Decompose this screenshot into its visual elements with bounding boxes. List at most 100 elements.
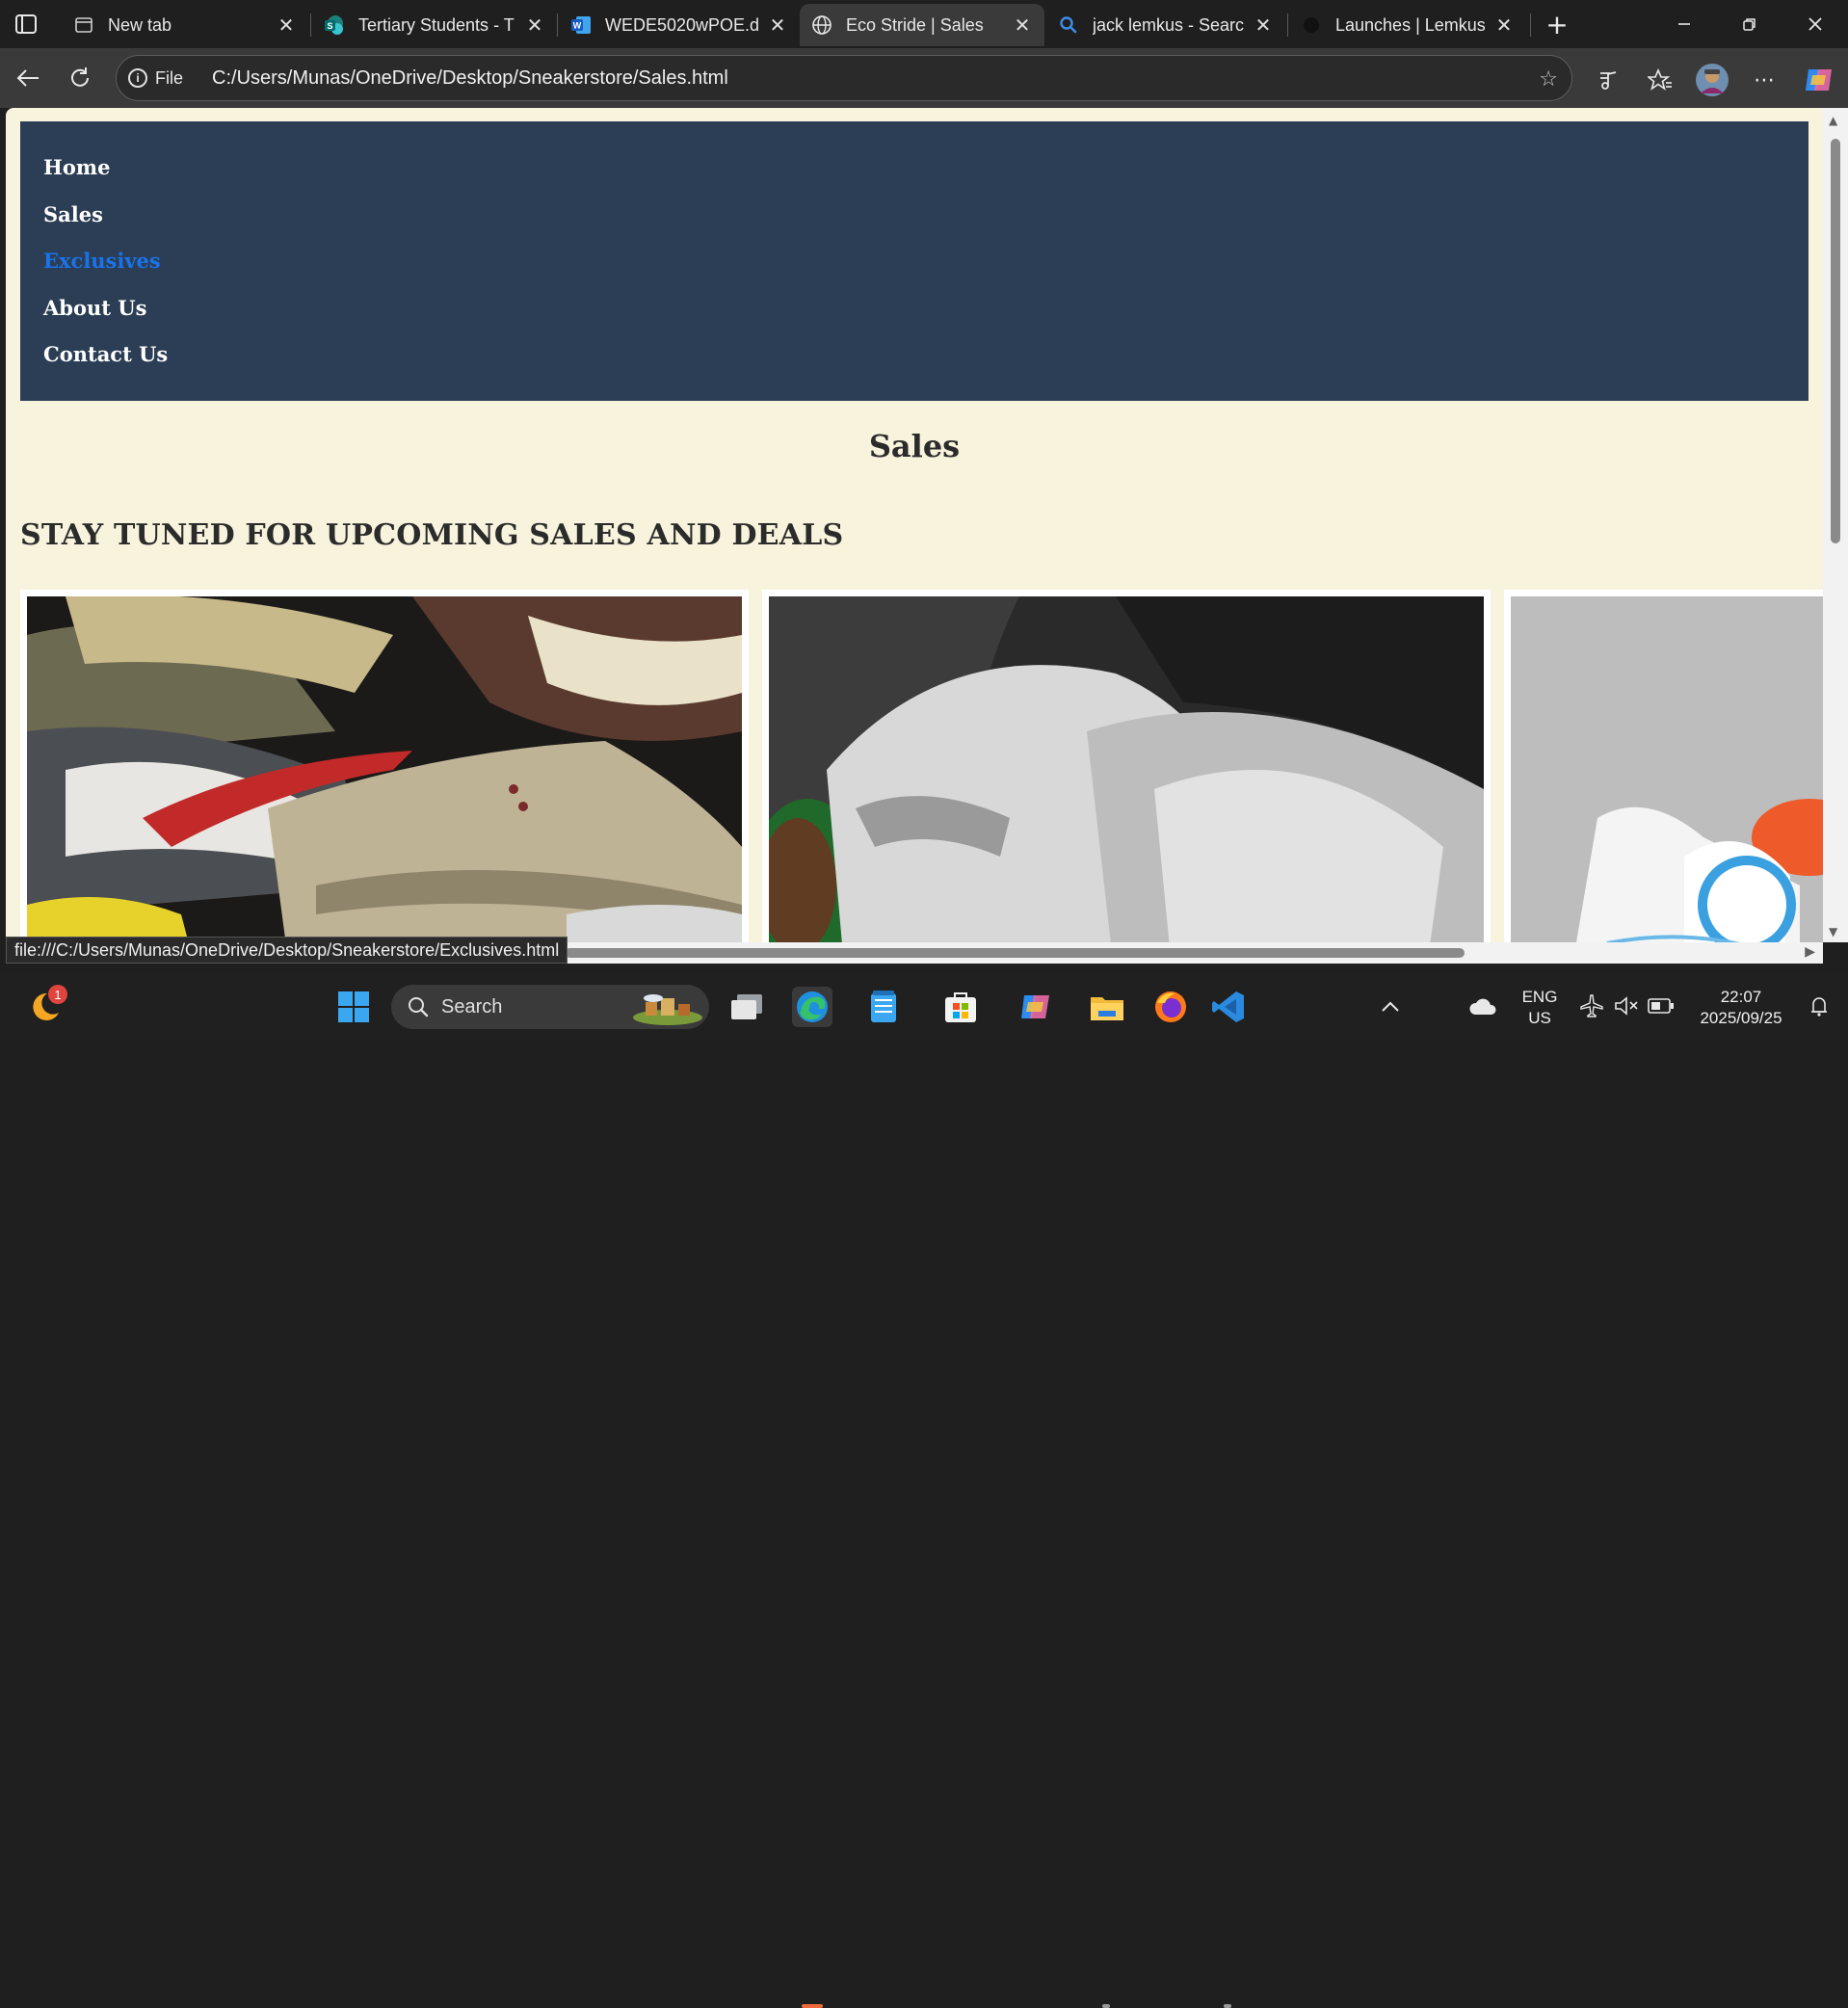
reload-icon[interactable] [64,62,96,94]
notifications-bell-icon[interactable] [1800,987,1838,1025]
tab-launches-lemkus[interactable]: Launches | Lemkus ✕ [1289,4,1526,46]
tab-tertiary-students[interactable]: S Tertiary Students - T ✕ [312,4,557,46]
explorer-running-indicator [1102,2004,1110,2008]
nav-link-exclusives[interactable]: Exclusives [43,244,1808,291]
product-card [20,590,749,942]
vscode-icon[interactable] [1208,987,1249,1027]
search-highlight-illustration-icon [633,994,702,1025]
scroll-up-arrow-icon[interactable]: ▲ [1829,114,1837,127]
tab-divider [310,13,311,37]
language-label: ENG [1521,988,1558,1006]
tab-divider [1530,13,1531,37]
info-icon: i [128,68,147,88]
word-icon: W [570,14,592,36]
clock[interactable]: 22:07 2025/09/25 [1688,987,1794,1029]
scroll-right-arrow-icon[interactable]: ▶ [1805,944,1815,960]
favorite-star-icon[interactable]: ☆ [1539,67,1558,92]
close-tab-icon[interactable]: ✕ [524,14,545,37]
svg-text:S: S [327,21,332,31]
horizontal-scroll-thumb[interactable] [565,948,1465,958]
minimize-icon[interactable] [1665,10,1703,39]
airplane-mode-icon[interactable] [1572,987,1611,1025]
profile-avatar[interactable] [1694,62,1730,98]
lemkus-icon [1301,14,1322,36]
site-info-button[interactable]: i File [128,68,183,89]
browser-bottom-edge [0,964,1848,973]
edge-taskbar-icon[interactable] [792,987,832,1027]
vscode-running-indicator [1224,2004,1231,2008]
tab-divider [557,13,558,37]
show-hidden-icons-chevron-icon[interactable] [1370,987,1411,1027]
site-navigation: Home Sales Exclusives About Us Contact U… [20,121,1808,401]
address-bar[interactable]: i File C:/Users/Munas/OneDrive/Desktop/S… [116,55,1572,101]
link-status-bar: file:///C:/Users/Munas/OneDrive/Desktop/… [6,937,568,964]
tab-new-tab[interactable]: New tab ✕ [62,4,308,46]
region-label: US [1528,1009,1551,1027]
copilot-icon[interactable] [1800,64,1838,96]
promo-heading: STAY TUNED FOR UPCOMING SALES AND DEALS [20,518,844,552]
nav-link-home[interactable]: Home [43,150,1808,198]
horizontal-scrollbar[interactable]: ▶ [565,942,1823,964]
tab-eco-stride-sales[interactable]: Eco Stride | Sales ✕ [800,4,1044,46]
nav-link-contact-us[interactable]: Contact Us [43,337,1808,384]
task-view-icon[interactable] [726,987,767,1027]
windows-start-icon[interactable] [333,987,374,1027]
more-options-icon[interactable]: ⋯ [1748,64,1781,96]
product-card [1504,590,1823,942]
input-language-indicator[interactable]: ENG US [1515,987,1565,1029]
tab-jack-lemkus-search[interactable]: jack lemkus - Search ✕ [1046,4,1285,46]
taskbar: 1 Search [0,973,1848,2008]
tab-divider [1287,13,1288,37]
tab-actions-icon[interactable] [13,12,39,37]
close-tab-icon[interactable]: ✕ [1253,14,1274,37]
close-tab-icon[interactable]: ✕ [767,14,788,37]
onedrive-cloud-icon[interactable] [1463,987,1503,1027]
nav-link-about-us[interactable]: About Us [43,291,1808,338]
close-tab-icon[interactable]: ✕ [276,14,297,37]
page-title: Sales [868,428,961,464]
back-arrow-icon[interactable] [12,62,44,94]
tab-label: WEDE5020wPOE.do [605,14,759,35]
sneaker-photo-air-force [1511,596,1823,942]
tab-label: Eco Stride | Sales [846,14,984,35]
microsoft-store-icon[interactable] [940,987,981,1027]
favorites-icon[interactable] [1644,64,1676,96]
new-tab-page-icon [73,14,94,36]
firefox-icon[interactable] [1150,987,1191,1027]
close-window-icon[interactable] [1796,10,1835,39]
product-card [750,590,1491,942]
notification-badge: 1 [48,985,67,1004]
sneaker-photo-dunks [27,594,742,942]
battery-icon[interactable] [1642,987,1680,1025]
file-explorer-icon[interactable] [1087,987,1127,1027]
clock-date: 2025/09/25 [1700,1009,1782,1027]
volume-muted-icon[interactable] [1607,987,1646,1025]
page-viewport: Home Sales Exclusives About Us Contact U… [6,108,1823,942]
globe-icon [811,14,832,36]
clock-time: 22:07 [1720,988,1762,1006]
new-tab-plus-icon[interactable]: + [1538,9,1576,40]
taskbar-search-box[interactable]: Search [391,985,709,1029]
notepad-icon[interactable] [863,987,904,1027]
url-text[interactable]: C:/Users/Munas/OneDrive/Desktop/Sneakers… [212,67,728,90]
sneaker-photo-bw [750,596,1484,942]
read-aloud-icon[interactable] [1592,64,1624,96]
close-tab-icon[interactable]: ✕ [1012,14,1033,37]
vertical-scrollbar[interactable]: ▲ ▼ [1823,108,1848,942]
scroll-down-arrow-icon[interactable]: ▼ [1829,925,1837,938]
tab-label: Tertiary Students - T [358,14,515,35]
tab-label: New tab [108,14,172,35]
restore-icon[interactable] [1730,10,1769,39]
close-tab-icon[interactable]: ✕ [1493,14,1515,37]
tab-word-document[interactable]: W WEDE5020wPOE.do ✕ [559,4,800,46]
browser-toolbar: i File C:/Users/Munas/OneDrive/Desktop/S… [0,48,1848,108]
edge-running-indicator [802,2004,823,2008]
nav-link-sales[interactable]: Sales [43,198,1808,245]
copilot-app-icon[interactable] [1016,987,1056,1027]
tab-label: jack lemkus - Search [1093,14,1245,35]
search-placeholder: Search [441,995,503,1017]
sharepoint-icon: S [324,14,345,36]
vertical-scroll-thumb[interactable] [1831,139,1840,543]
svg-text:W: W [573,21,582,31]
search-icon [1058,14,1079,36]
